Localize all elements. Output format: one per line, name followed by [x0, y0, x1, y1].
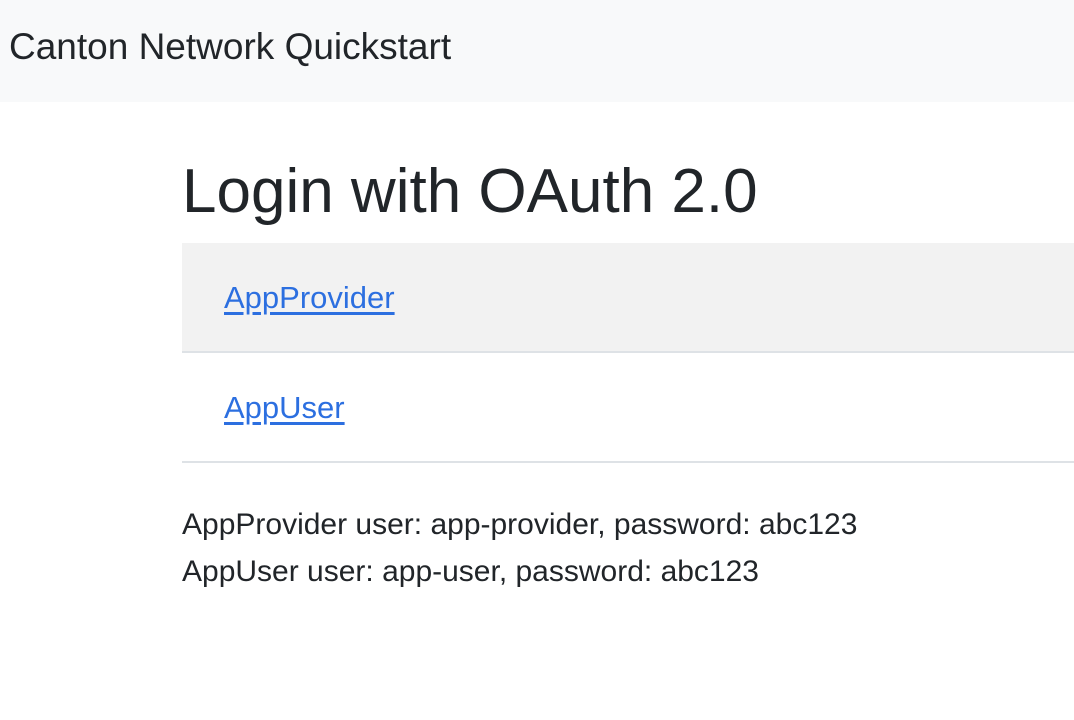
login-option-appuser: AppUser [182, 353, 1074, 463]
appprovider-login-link[interactable]: AppProvider [224, 279, 395, 317]
login-option-appprovider: AppProvider [182, 243, 1074, 353]
navbar: Canton Network Quickstart [0, 0, 1074, 102]
appuser-login-link[interactable]: AppUser [224, 389, 345, 427]
page-title: Login with OAuth 2.0 [182, 157, 758, 226]
login-options-list: AppProvider AppUser [182, 243, 1074, 463]
navbar-brand[interactable]: Canton Network Quickstart [9, 24, 451, 70]
appprovider-credentials: AppProvider user: app-provider, password… [182, 508, 858, 541]
appuser-credentials: AppUser user: app-user, password: abc123 [182, 555, 759, 588]
credentials-hint: AppProvider user: app-provider, password… [182, 501, 857, 595]
